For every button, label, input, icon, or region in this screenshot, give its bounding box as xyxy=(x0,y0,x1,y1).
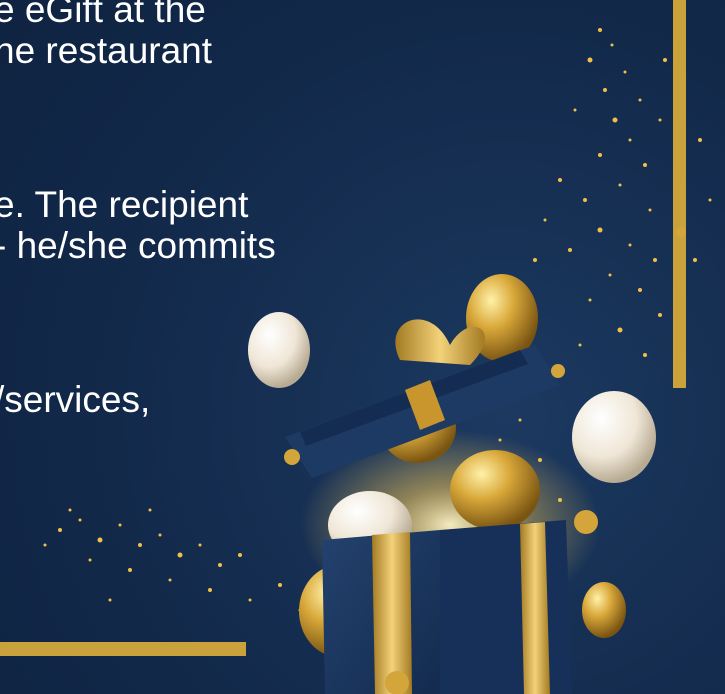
decorative-artwork xyxy=(0,0,712,694)
frame-line-horizontal xyxy=(0,642,246,656)
gift-box-icon xyxy=(322,520,572,694)
body-text-line-3: e. The recipient xyxy=(0,184,249,225)
body-text-line-5: /services, xyxy=(0,379,151,420)
frame-line-vertical xyxy=(673,0,686,388)
body-text-line-2: ne restaurant xyxy=(0,30,213,71)
body-text-line-1: e eGift at the xyxy=(0,0,206,30)
body-text-line-4: - he/she commits xyxy=(0,225,276,266)
